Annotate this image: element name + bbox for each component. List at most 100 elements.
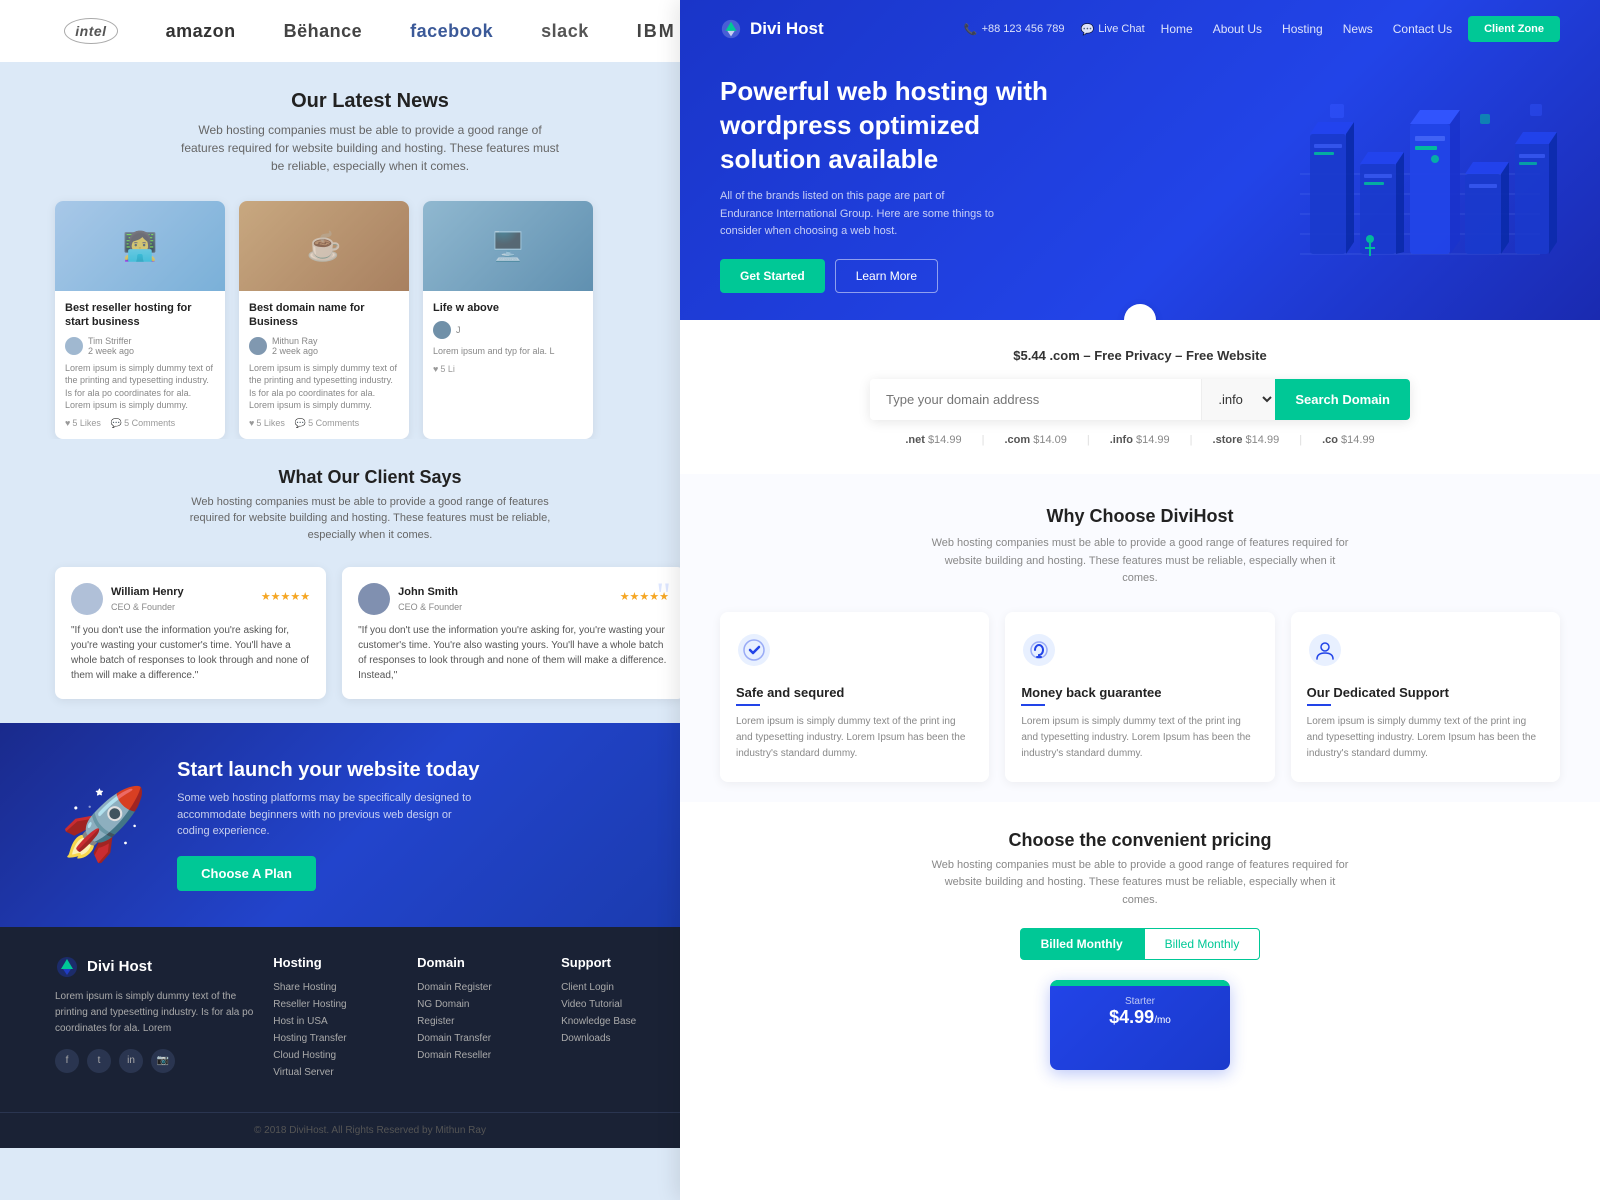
why-card-1-icon — [736, 632, 973, 675]
footer-link-register[interactable]: Register — [417, 1016, 541, 1027]
footer-link-domain-transfer[interactable]: Domain Transfer — [417, 1033, 541, 1044]
pricing-tab-monthly-1[interactable]: Billed Monthly — [1020, 928, 1144, 960]
domain-search-button[interactable]: Search Domain — [1275, 379, 1410, 420]
domain-search-row: .info .com .net .org Search Domain — [870, 379, 1410, 420]
nav-hosting[interactable]: Hosting — [1282, 22, 1323, 36]
client-zone-button[interactable]: Client Zone — [1468, 16, 1560, 42]
news-card-3-avatar — [433, 321, 451, 339]
brand-facebook: facebook — [410, 21, 493, 42]
pricing-tab-monthly-2[interactable]: Billed Monthly — [1144, 928, 1261, 960]
testimonial-1-role: CEO & Founder — [111, 601, 184, 615]
brand-bar: intel amazon Bëhance facebook slack IBM — [0, 0, 740, 62]
footer-link-domain-reseller[interactable]: Domain Reseller — [417, 1050, 541, 1061]
why-card-2-title: Money back guarantee — [1021, 685, 1258, 700]
news-card-2-image: ☕ — [239, 201, 409, 291]
news-card-1-date: 2 week ago — [88, 346, 134, 356]
why-card-2-text: Lorem ipsum is simply dummy text of the … — [1021, 714, 1258, 762]
footer-socials: f t in 📷 — [55, 1049, 253, 1073]
footer-link-client-login[interactable]: Client Login — [561, 982, 685, 993]
hero-title: Powerful web hosting with wordpress opti… — [720, 75, 1060, 176]
domain-section: $5.44 .com – Free Privacy – Free Website… — [680, 320, 1600, 474]
footer-support-title: Support — [561, 955, 685, 970]
footer-domain-col: Domain Domain Register NG Domain Registe… — [417, 955, 541, 1084]
footer-link-host-usa[interactable]: Host in USA — [273, 1016, 397, 1027]
hero-buttons: Get Started Learn More — [720, 259, 1140, 293]
footer-social-instagram[interactable]: 📷 — [151, 1049, 175, 1073]
clients-subtitle: Web hosting companies must be able to pr… — [170, 494, 570, 544]
cta-button[interactable]: Choose A Plan — [177, 856, 316, 891]
hero-desc: All of the brands listed on this page ar… — [720, 188, 1000, 241]
news-card-2-avatar — [249, 337, 267, 355]
footer-hosting-title: Hosting — [273, 955, 397, 970]
testimonial-2-role: CEO & Founder — [398, 601, 462, 615]
learn-more-button[interactable]: Learn More — [835, 259, 938, 293]
why-card-1-text: Lorem ipsum is simply dummy text of the … — [736, 714, 973, 762]
server-graphic — [1280, 74, 1560, 294]
tld-net: .net $14.99 — [905, 434, 961, 446]
clients-section: What Our Client Says Web hosting compani… — [0, 439, 740, 554]
brand-slack: slack — [541, 21, 589, 42]
why-section: Why Choose DiviHost Web hosting companie… — [680, 474, 1600, 802]
quote-icon: " — [656, 577, 671, 613]
nav-contact[interactable]: Contact Us — [1393, 22, 1452, 36]
footer-link-ng-domain[interactable]: NG Domain — [417, 999, 541, 1010]
pricing-cards-preview: Starter $4.99/mo — [720, 980, 1560, 1070]
news-card-1-comments: 💬 5 Comments — [111, 418, 175, 429]
hero-nav-links: Home About Us Hosting News Contact Us — [1161, 22, 1452, 36]
why-card-3-icon — [1307, 632, 1544, 675]
why-title: Why Choose DiviHost — [720, 506, 1560, 527]
news-card-2-date: 2 week ago — [272, 346, 318, 356]
news-cards: 👩‍💻 Best reseller hosting for start busi… — [0, 191, 740, 439]
news-card-1[interactable]: 👩‍💻 Best reseller hosting for start busi… — [55, 201, 225, 439]
news-subtitle: Web hosting companies must be able to pr… — [180, 121, 560, 175]
hero-nav-right: 📞 +88 123 456 789 💬 Live Chat Home About… — [964, 16, 1560, 42]
cta-text: Start launch your website today Some web… — [177, 759, 479, 891]
footer-link-cloud-hosting[interactable]: Cloud Hosting — [273, 1050, 397, 1061]
cta-section: 🚀 Start launch your website today Some w… — [0, 723, 740, 927]
tld-co: .co $14.99 — [1322, 434, 1375, 446]
testimonial-2-name: John Smith — [398, 584, 462, 601]
tld-store: .store $14.99 — [1213, 434, 1280, 446]
testimonial-2-avatar — [358, 583, 390, 615]
hero-scroll-indicator: ⌄ — [1124, 304, 1156, 320]
footer-social-facebook[interactable]: f — [55, 1049, 79, 1073]
news-card-2[interactable]: ☕ Best domain name for Business Mithun R… — [239, 201, 409, 439]
why-card-3: Our Dedicated Support Lorem ipsum is sim… — [1291, 612, 1560, 782]
domain-promo: $5.44 .com – Free Privacy – Free Website — [720, 348, 1560, 363]
footer-link-downloads[interactable]: Downloads — [561, 1033, 685, 1044]
testimonial-1-avatar — [71, 583, 103, 615]
hero-nav-left: Divi Host — [720, 18, 824, 40]
clients-title: What Our Client Says — [60, 467, 680, 488]
news-card-2-author: Mithun Ray — [272, 336, 318, 346]
testimonial-1: William Henry CEO & Founder ★★★★★ "If yo… — [55, 567, 326, 699]
footer-link-video-tutorial[interactable]: Video Tutorial — [561, 999, 685, 1010]
news-card-2-comments: 💬 5 Comments — [295, 418, 359, 429]
footer-link-reseller-hosting[interactable]: Reseller Hosting — [273, 999, 397, 1010]
domain-input[interactable] — [870, 379, 1201, 420]
domain-extension-select[interactable]: .info .com .net .org — [1201, 379, 1275, 420]
tld-info: .info $14.99 — [1110, 434, 1170, 446]
news-section: Our Latest News Web hosting companies mu… — [0, 62, 740, 191]
news-card-1-author: Tim Striffer — [88, 336, 134, 346]
hero-section: Divi Host 📞 +88 123 456 789 💬 Live Chat … — [680, 0, 1600, 320]
nav-home[interactable]: Home — [1161, 22, 1193, 36]
why-cards: Safe and sequred Lorem ipsum is simply d… — [720, 612, 1560, 782]
testimonial-2-text: "If you don't use the information you're… — [358, 623, 669, 683]
news-card-2-title: Best domain name for Business — [249, 301, 399, 330]
footer-link-virtual-server[interactable]: Virtual Server — [273, 1067, 397, 1078]
livechat-icon: 💬 — [1080, 23, 1094, 36]
why-card-3-text: Lorem ipsum is simply dummy text of the … — [1307, 714, 1544, 762]
footer-link-knowledge-base[interactable]: Knowledge Base — [561, 1016, 685, 1027]
footer-link-hosting-transfer[interactable]: Hosting Transfer — [273, 1033, 397, 1044]
get-started-button[interactable]: Get Started — [720, 259, 825, 293]
footer-social-linkedin[interactable]: in — [119, 1049, 143, 1073]
footer-link-share-hosting[interactable]: Share Hosting — [273, 982, 397, 993]
footer-link-domain-register[interactable]: Domain Register — [417, 982, 541, 993]
news-card-3-text: Lorem ipsum and typ for ala. L — [433, 345, 583, 358]
why-card-1-title: Safe and sequred — [736, 685, 973, 700]
hero-graphic — [1140, 74, 1560, 294]
nav-about[interactable]: About Us — [1213, 22, 1262, 36]
footer-social-twitter[interactable]: t — [87, 1049, 111, 1073]
nav-news[interactable]: News — [1343, 22, 1373, 36]
news-card-3[interactable]: 🖥️ Life w above J Lorem ipsum and typ fo… — [423, 201, 593, 439]
